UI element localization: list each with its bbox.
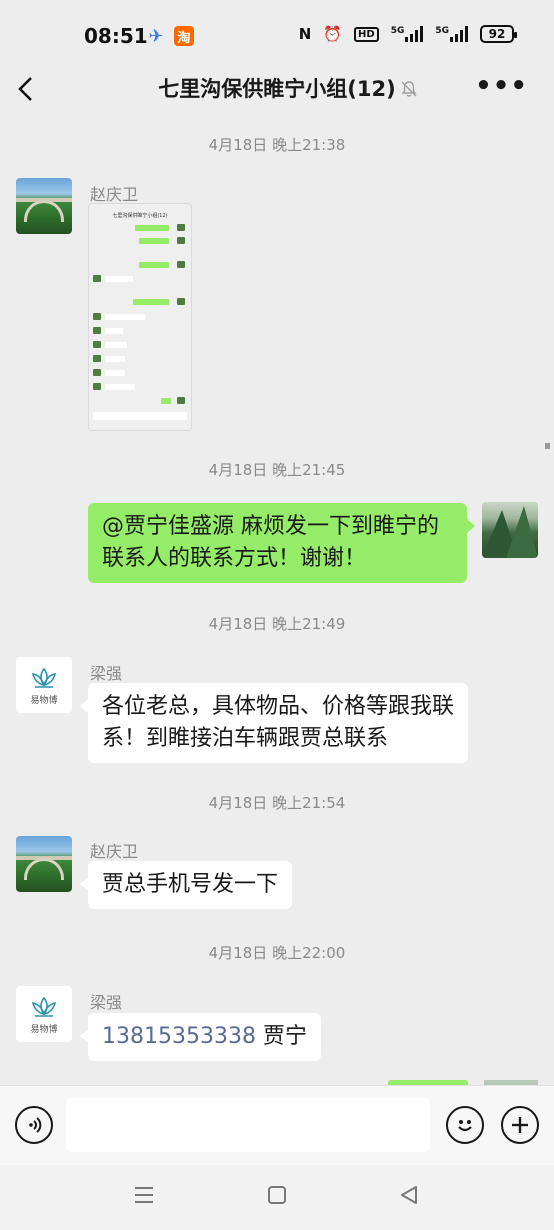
message-input[interactable]: [66, 1098, 430, 1152]
nfc-icon: N: [298, 25, 312, 43]
taobao-icon: 淘: [174, 26, 194, 46]
home-icon[interactable]: [267, 1183, 287, 1211]
timestamp: 4月18日 晚上22:00: [208, 944, 346, 962]
paper-plane-icon: ✈: [148, 25, 164, 47]
sender-name: 梁强: [90, 664, 123, 683]
image-message-thumbnail[interactable]: 七里沟保供睢宁小组(12): [88, 203, 192, 431]
status-app-icons: ✈ 淘: [146, 25, 194, 47]
avatar-self[interactable]: [482, 502, 538, 558]
timestamp: 4月18日 晚上21:45: [208, 461, 346, 479]
status-bar: 08:51 ✈ 淘 N ⏰ HD 5G 5G 92: [0, 0, 554, 74]
sender-name: 赵庆卫: [90, 842, 139, 861]
phone-number-link[interactable]: 13815353338: [102, 1024, 256, 1049]
thumbnail-title: 七里沟保供睢宁小组(12): [112, 213, 168, 219]
chat-title[interactable]: 七里沟保供睢宁小组(12): [0, 74, 554, 104]
avatar-brand-text: 易物博: [30, 1025, 58, 1035]
system-nav-bar: [0, 1165, 554, 1230]
avatar-liang[interactable]: 易物博: [16, 657, 72, 713]
status-time: 08:51: [84, 24, 148, 48]
timestamp: 4月18日 晚上21:49: [208, 615, 346, 633]
message-bubble[interactable]: 贾总手机号发一下: [79, 861, 293, 909]
message-suffix: 贾宁: [255, 1024, 307, 1049]
back-triangle-icon[interactable]: [399, 1183, 419, 1211]
message-bubble[interactable]: 各位老总，具体物品、价格等跟我联系！到睢接泊车辆跟贾总联系: [80, 683, 468, 763]
menu-icon[interactable]: [133, 1183, 155, 1211]
signal-bars-icon: [450, 26, 468, 42]
system-indicators: N ⏰ HD 5G 5G 92: [298, 25, 517, 43]
message-bubble: 13815353338 贾宁: [80, 1013, 321, 1061]
signal-1: 5G: [391, 26, 424, 42]
emoji-icon[interactable]: [446, 1106, 484, 1144]
alarm-icon: ⏰: [323, 25, 343, 43]
avatar-brand-text: 易物博: [30, 696, 58, 706]
timestamp: 4月18日 晚上21:38: [208, 136, 346, 154]
hd-badge: HD: [354, 26, 379, 42]
timestamp: 4月18日 晚上21:54: [208, 794, 346, 812]
chat-header: 七里沟保供睢宁小组(12) •••: [0, 73, 554, 130]
plus-icon[interactable]: [501, 1106, 539, 1144]
own-message-bubble[interactable]: @贾宁佳盛源 麻烦发一下到睢宁的联系人的联系方式！谢谢！: [88, 503, 475, 583]
battery-icon: 92: [480, 25, 517, 43]
signal-2: 5G: [435, 26, 468, 42]
lotus-logo-icon: [31, 996, 57, 1017]
more-icon[interactable]: •••: [475, 73, 528, 99]
lotus-logo-icon: [31, 667, 57, 688]
scroll-indicator[interactable]: [545, 443, 550, 449]
bell-off-icon: [401, 81, 417, 97]
avatar-zhao[interactable]: [16, 178, 72, 234]
sender-name: 赵庆卫: [90, 185, 139, 204]
avatar-liang[interactable]: 易物博: [16, 986, 72, 1042]
sender-name: 梁强: [90, 993, 123, 1012]
signal-bars-icon: [405, 26, 424, 42]
voice-icon[interactable]: [15, 1106, 53, 1144]
avatar-zhao[interactable]: [16, 836, 72, 892]
input-bar: [0, 1085, 554, 1165]
